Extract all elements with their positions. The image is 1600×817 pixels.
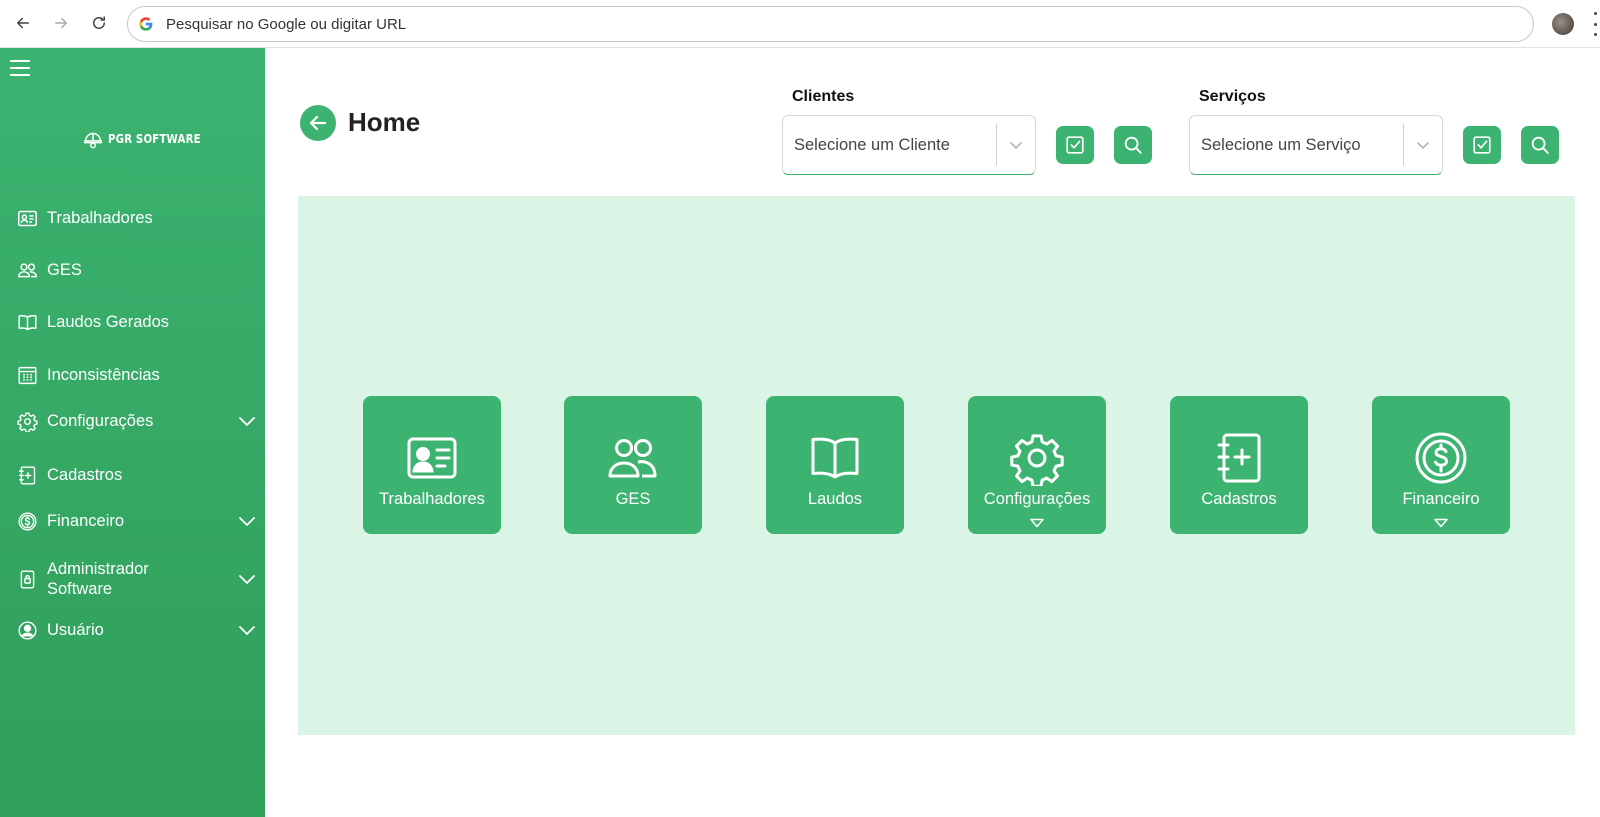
sidebar-item-label: Usuário <box>47 620 104 639</box>
clientes-confirm-button[interactable] <box>1056 126 1094 164</box>
people-icon <box>16 259 38 281</box>
servicos-select-placeholder: Selecione um Serviço <box>1201 135 1361 154</box>
chevron-down-icon[interactable] <box>1404 140 1442 150</box>
sidebar: PGR SOFTWARE Trabalhadores GES Laudos Ge… <box>0 48 265 817</box>
servicos-search-button[interactable] <box>1521 126 1559 164</box>
sidebar-item-usuario[interactable]: Usuário <box>16 619 256 641</box>
browser-toolbar: Pesquisar no Google ou digitar URL <box>0 0 1600 48</box>
clientes-search-button[interactable] <box>1114 126 1152 164</box>
sidebar-item-configuracoes[interactable]: Configurações <box>16 410 256 432</box>
id-card-icon <box>407 437 457 479</box>
google-icon <box>139 17 153 31</box>
sidebar-item-ges[interactable]: GES <box>16 259 256 281</box>
tile-label: Configurações <box>983 490 1091 508</box>
tile-label: GES <box>615 490 651 508</box>
tile-configuracoes[interactable]: Configurações <box>968 396 1106 534</box>
hamburger-menu-icon[interactable] <box>10 60 30 76</box>
address-bar[interactable]: Pesquisar no Google ou digitar URL <box>127 6 1534 42</box>
checkbox-icon <box>1066 136 1084 154</box>
search-icon <box>1124 136 1142 154</box>
sidebar-item-label: Cadastros <box>47 465 123 484</box>
clientes-select-placeholder: Selecione um Cliente <box>794 135 950 154</box>
dollar-circle-icon <box>1415 432 1467 484</box>
sidebar-item-label: GES <box>47 260 82 279</box>
tile-label: Trabalhadores <box>379 490 485 508</box>
user-circle-icon <box>16 619 38 641</box>
helmet-icon <box>84 132 102 149</box>
calendar-grid-icon <box>16 364 38 386</box>
checkbox-icon <box>1473 136 1491 154</box>
profile-avatar[interactable] <box>1552 13 1574 35</box>
sidebar-item-label: Administrador Software <box>47 560 149 598</box>
tile-cadastros[interactable]: Cadastros <box>1170 396 1308 534</box>
sidebar-item-label: Laudos Gerados <box>47 312 170 331</box>
lock-icon <box>16 568 38 590</box>
servicos-select[interactable]: Selecione um Serviço <box>1189 115 1443 175</box>
forward-arrow-icon[interactable] <box>48 10 74 36</box>
tile-trabalhadores[interactable]: Trabalhadores <box>363 396 501 534</box>
sidebar-item-laudos-gerados[interactable]: Laudos Gerados <box>16 311 256 333</box>
servicos-confirm-button[interactable] <box>1463 126 1501 164</box>
logo-text: PGR SOFTWARE <box>108 132 201 146</box>
clientes-label: Clientes <box>792 88 855 105</box>
arrow-left-icon <box>309 115 327 131</box>
tile-laudos[interactable]: Laudos <box>766 396 904 534</box>
sidebar-item-label: Inconsistências <box>47 365 160 384</box>
sidebar-item-label: Trabalhadores <box>47 208 153 227</box>
chevron-down-icon[interactable] <box>238 515 256 527</box>
clientes-select[interactable]: Selecione um Cliente <box>782 115 1036 175</box>
sidebar-item-financeiro[interactable]: Financeiro <box>16 510 256 532</box>
address-bar-text: Pesquisar no Google ou digitar URL <box>166 15 407 33</box>
tile-label: Cadastros <box>1201 490 1277 508</box>
book-icon <box>16 311 38 333</box>
tile-label: Laudos <box>807 490 863 508</box>
app-logo: PGR SOFTWARE <box>82 128 217 150</box>
book-icon <box>811 437 859 479</box>
back-button[interactable] <box>300 105 336 141</box>
gear-icon <box>16 410 38 432</box>
sidebar-item-cadastros[interactable]: Cadastros <box>16 464 256 486</box>
back-arrow-icon[interactable] <box>10 10 36 36</box>
search-icon <box>1531 136 1549 154</box>
chevron-down-icon[interactable] <box>238 573 256 585</box>
tile-financeiro[interactable]: Financeiro <box>1372 396 1510 534</box>
sidebar-item-inconsistencias[interactable]: Inconsistências <box>16 364 256 386</box>
sidebar-item-trabalhadores[interactable]: Trabalhadores <box>16 207 256 229</box>
notebook-plus-icon <box>1217 433 1261 483</box>
caret-down-icon[interactable] <box>1433 518 1449 528</box>
gear-icon <box>1010 434 1064 486</box>
sidebar-item-label: Configurações <box>47 411 154 430</box>
chevron-down-icon[interactable] <box>238 415 256 427</box>
page-title: Home <box>348 107 421 137</box>
dollar-circle-icon <box>16 510 38 532</box>
sidebar-item-label: Financeiro <box>47 511 125 530</box>
reload-icon[interactable] <box>86 10 112 36</box>
chevron-down-icon[interactable] <box>997 140 1035 150</box>
tile-ges[interactable]: GES <box>564 396 702 534</box>
servicos-label: Serviços <box>1199 88 1266 105</box>
chevron-down-icon[interactable] <box>238 624 256 636</box>
people-icon <box>608 439 657 478</box>
caret-down-icon[interactable] <box>1029 518 1045 528</box>
browser-menu-icon[interactable] <box>1592 12 1598 36</box>
sidebar-item-administrador-software[interactable]: Administrador Software <box>16 558 256 600</box>
tile-label: Financeiro <box>1402 490 1480 508</box>
notebook-plus-icon <box>16 464 38 486</box>
id-card-icon <box>16 207 38 229</box>
